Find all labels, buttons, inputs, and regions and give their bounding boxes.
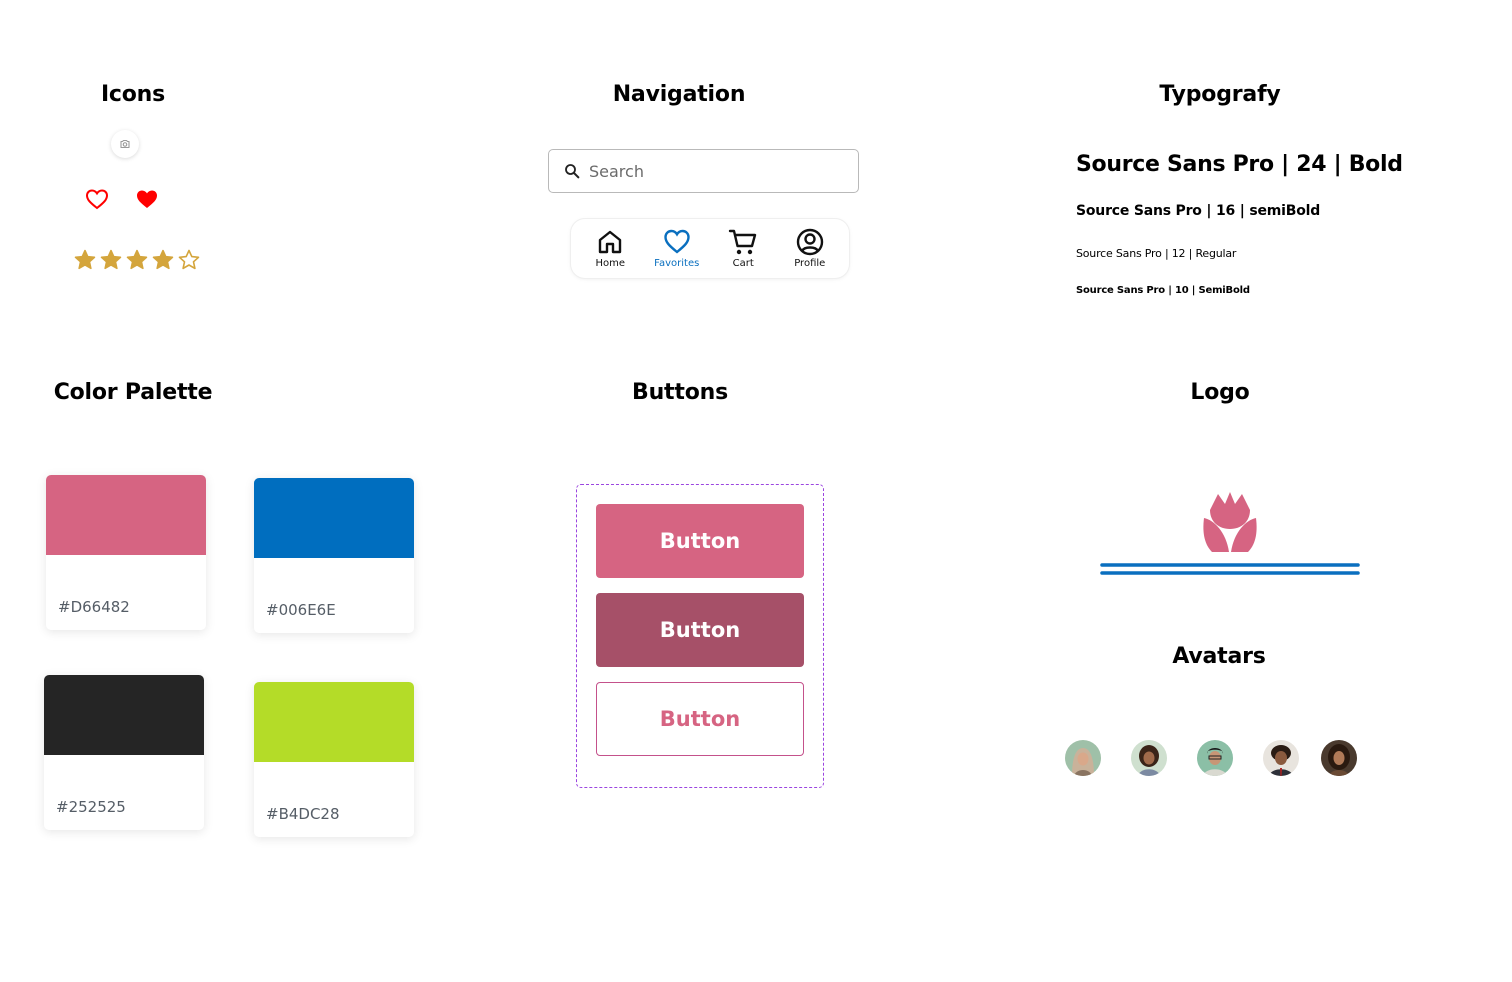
swatch-color [254, 478, 414, 558]
camera-button[interactable] [111, 130, 139, 158]
avatar[interactable] [1131, 740, 1167, 776]
nav-item-home[interactable]: Home [579, 227, 641, 269]
nav-item-profile[interactable]: Profile [779, 227, 841, 269]
avatar-2-image [1131, 740, 1167, 776]
star-filled-icon[interactable] [125, 248, 149, 272]
navigation-section-title: Navigation [612, 82, 746, 107]
search-input[interactable] [589, 161, 829, 181]
home-icon [599, 230, 622, 254]
swatch-card: #252525 [44, 675, 204, 830]
outline-button[interactable]: Button [596, 682, 804, 756]
bottom-navigation-bar: Home Favorites Cart Profile [571, 219, 849, 278]
primary-button[interactable]: Button [596, 504, 804, 578]
avatars-section-title: Avatars [1172, 644, 1266, 669]
avatar-1-image [1065, 740, 1101, 776]
nav-label-favorites: Favorites [654, 258, 700, 269]
heart-outline-icon[interactable] [85, 188, 109, 210]
star-filled-icon[interactable] [151, 248, 175, 272]
avatar[interactable] [1197, 740, 1233, 776]
avatar[interactable] [1263, 740, 1299, 776]
swatch-label: #B4DC28 [266, 805, 340, 823]
typography-sample-12-regular: Source Sans Pro | 12 | Regular [1076, 247, 1237, 260]
swatch-color [254, 682, 414, 762]
avatar-4-image [1263, 740, 1299, 776]
nav-label-cart: Cart [732, 258, 754, 269]
nav-item-cart[interactable]: Cart [712, 227, 774, 269]
swatch-label: #252525 [56, 798, 126, 816]
nav-label-profile: Profile [794, 258, 826, 269]
star-filled-icon[interactable] [73, 248, 97, 272]
swatch-color [44, 675, 204, 755]
avatar-3-image [1197, 740, 1233, 776]
heart-icon [664, 229, 690, 254]
swatch-label: #D66482 [58, 598, 130, 616]
search-icon [565, 164, 580, 179]
avatar[interactable] [1321, 740, 1357, 776]
logo [1100, 492, 1360, 575]
cart-icon [729, 229, 757, 255]
swatch-label: #006E6E [266, 601, 336, 619]
typography-sample-16-semibold: Source Sans Pro | 16 | semiBold [1076, 203, 1321, 219]
icons-section-title: Icons [100, 82, 166, 107]
camera-icon [120, 139, 130, 149]
heart-filled-icon[interactable] [135, 188, 159, 210]
star-rating[interactable] [73, 248, 201, 272]
search-field[interactable] [548, 149, 859, 193]
typography-sample-10-semibold: Source Sans Pro | 10 | SemiBold [1076, 285, 1250, 296]
nav-label-home: Home [595, 258, 626, 269]
star-outline-icon[interactable] [177, 248, 201, 272]
swatch-card: #B4DC28 [254, 682, 414, 837]
tulip-icon [1203, 492, 1257, 552]
avatar-5-image [1321, 740, 1357, 776]
star-filled-icon[interactable] [99, 248, 123, 272]
color-palette-section-title: Color Palette [53, 380, 213, 405]
logo-section-title: Logo [1190, 380, 1250, 405]
typography-sample-24-bold: Source Sans Pro | 24 | Bold [1076, 152, 1403, 177]
avatar[interactable] [1065, 740, 1101, 776]
swatch-card: #006E6E [254, 478, 414, 633]
profile-icon [796, 228, 823, 256]
swatch-color [46, 475, 206, 555]
typography-section-title: Typografy [1159, 82, 1281, 107]
dark-button[interactable]: Button [596, 593, 804, 667]
swatch-card: #D66482 [46, 475, 206, 630]
buttons-section-title: Buttons [632, 380, 728, 405]
nav-item-favorites[interactable]: Favorites [646, 227, 708, 269]
